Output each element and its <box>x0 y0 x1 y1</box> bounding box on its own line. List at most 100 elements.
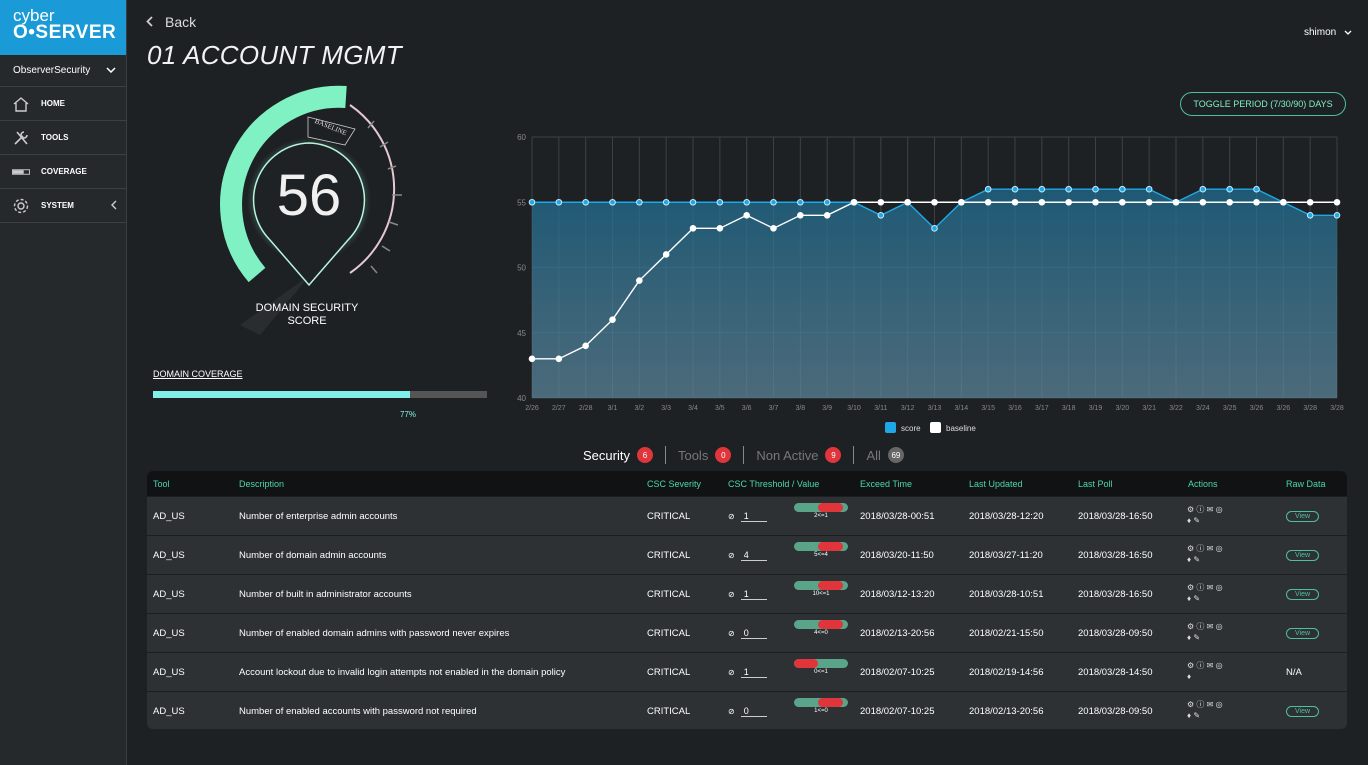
edit-icon[interactable]: ✎ <box>1193 555 1200 564</box>
point-score <box>931 225 938 232</box>
logo[interactable]: cyber O•SERVER <box>0 0 126 55</box>
view-button[interactable]: View <box>1286 627 1320 639</box>
gear-icon[interactable]: ⚙ <box>1187 700 1194 709</box>
bell-icon[interactable]: ♦ <box>1187 594 1191 603</box>
edit-icon[interactable]: ✎ <box>1193 633 1200 642</box>
mail-icon[interactable]: ✉ <box>1207 544 1214 553</box>
x-tick-label: 3/28 <box>1303 405 1317 412</box>
bell-icon[interactable]: ♦ <box>1187 711 1191 720</box>
info-icon[interactable]: ⓘ <box>1196 544 1204 553</box>
threshold-bar-exceed <box>818 581 843 590</box>
gear-icon[interactable]: ⚙ <box>1187 622 1194 631</box>
x-tick-label: 2/27 <box>552 405 566 412</box>
col-threshold[interactable]: CSC Threshold / Value <box>728 479 819 489</box>
tab-label: Security <box>583 447 630 463</box>
edit-icon[interactable]: ✎ <box>1193 516 1200 525</box>
cell-tool: AD_US <box>153 627 185 639</box>
mail-icon[interactable]: ✉ <box>1207 505 1214 514</box>
table-row[interactable]: AD_US Number of enterprise admin accounts… <box>147 496 1347 535</box>
chevron-left-icon <box>146 14 153 30</box>
tab-all[interactable]: All 69 <box>866 447 904 463</box>
threshold-input[interactable]: 1 <box>740 589 767 600</box>
tab-security[interactable]: Security 6 <box>583 447 653 463</box>
gear-icon[interactable]: ⚙ <box>1187 583 1194 592</box>
x-tick-label: 3/26 <box>1277 405 1291 412</box>
target-icon[interactable]: ◎ <box>1216 622 1223 631</box>
point-score <box>743 198 750 206</box>
threshold-input[interactable]: 4 <box>740 550 767 561</box>
gear-icon[interactable]: ⚙ <box>1187 505 1194 514</box>
mail-icon[interactable]: ✉ <box>1207 583 1214 592</box>
gear-icon[interactable]: ⚙ <box>1187 544 1194 553</box>
point-score <box>1011 185 1019 193</box>
target-icon[interactable]: ◎ <box>1216 661 1223 670</box>
col-tool[interactable]: Tool <box>153 479 170 489</box>
col-last-poll[interactable]: Last Poll <box>1078 479 1113 489</box>
edit-icon[interactable]: ✎ <box>1193 711 1200 720</box>
cell-tool: AD_US <box>153 666 185 678</box>
y-tick-label: 55 <box>517 198 526 207</box>
table-row[interactable]: AD_US Number of enabled accounts with pas… <box>147 691 1347 729</box>
view-button[interactable]: View <box>1286 510 1320 522</box>
cell-severity: CRITICAL <box>647 588 691 600</box>
point-score <box>797 198 804 206</box>
col-severity[interactable]: CSC Severity <box>647 479 701 489</box>
domain-coverage-link[interactable]: DOMAIN COVERAGE <box>153 369 243 379</box>
tab-count-badge: 69 <box>887 447 904 463</box>
info-icon[interactable]: ⓘ <box>1196 505 1204 514</box>
view-button[interactable]: View <box>1286 705 1320 717</box>
info-icon[interactable]: ⓘ <box>1196 622 1204 631</box>
point-baseline <box>689 225 697 232</box>
bell-icon[interactable]: ♦ <box>1187 555 1191 564</box>
table-row[interactable]: AD_US Account lockout due to invalid logi… <box>147 652 1347 691</box>
target-icon[interactable]: ◎ <box>1216 700 1223 709</box>
point-baseline <box>984 198 992 206</box>
point-score <box>877 212 885 219</box>
threshold-input[interactable]: 1 <box>740 511 767 522</box>
org-selector[interactable]: ObserverSecurity <box>0 55 126 87</box>
sidebar-item-tools[interactable]: TOOLS <box>0 121 126 155</box>
bell-icon[interactable]: ♦ <box>1187 516 1191 525</box>
cell-tool: AD_US <box>153 549 185 561</box>
threshold-input[interactable]: 0 <box>740 706 767 717</box>
score-chart: 40 45 50 55 60 2/26 2/27 2/28 3/1 3/2 3/3 3/4 3/5 3/6… <box>517 133 1344 433</box>
tab-non-active[interactable]: Non Active 9 <box>756 447 842 463</box>
col-description[interactable]: Description <box>239 479 284 489</box>
info-icon[interactable]: ⓘ <box>1196 583 1204 592</box>
info-icon[interactable]: ⓘ <box>1196 700 1204 709</box>
table-row[interactable]: AD_US Number of enabled domain admins wit… <box>147 613 1347 652</box>
tab-tools[interactable]: Tools 0 <box>678 447 732 463</box>
sidebar-item-coverage[interactable]: COVERAGE <box>0 155 126 189</box>
bell-icon[interactable]: ♦ <box>1187 633 1191 642</box>
point-score <box>1092 185 1099 193</box>
col-last-updated[interactable]: Last Updated <box>969 479 1023 489</box>
bell-icon[interactable]: ♦ <box>1187 672 1191 681</box>
col-exceed-time[interactable]: Exceed Time <box>860 479 912 489</box>
target-icon[interactable]: ◎ <box>1216 505 1223 514</box>
info-icon[interactable]: ⓘ <box>1196 661 1204 670</box>
mail-icon[interactable]: ✉ <box>1207 622 1214 631</box>
user-menu[interactable]: shimon <box>1304 27 1352 38</box>
table-row[interactable]: AD_US Number of domain admin accounts CRIT… <box>147 535 1347 574</box>
x-tick-label: 3/13 <box>928 405 942 412</box>
view-button[interactable]: View <box>1286 588 1320 600</box>
view-button[interactable]: View <box>1286 549 1320 561</box>
mail-icon[interactable]: ✉ <box>1207 700 1214 709</box>
point-baseline <box>931 198 938 206</box>
back-button[interactable]: Back <box>146 14 196 30</box>
sidebar-item-home[interactable]: HOME <box>0 87 126 121</box>
gear-icon[interactable]: ⚙ <box>1187 661 1194 670</box>
x-tick-label: 3/18 <box>1062 405 1076 412</box>
cell-actions: ⚙ ⓘ ✉ ◎ ♦ ✎ <box>1187 504 1223 525</box>
x-tick-label: 3/9 <box>822 405 832 412</box>
edit-icon[interactable]: ✎ <box>1193 594 1200 603</box>
mail-icon[interactable]: ✉ <box>1207 661 1214 670</box>
target-icon[interactable]: ◎ <box>1216 583 1223 592</box>
point-score <box>689 198 697 206</box>
threshold-input[interactable]: 0 <box>740 628 767 639</box>
sidebar-item-system[interactable]: SYSTEM <box>0 189 126 223</box>
target-icon[interactable]: ◎ <box>1216 544 1223 553</box>
toggle-period-button[interactable]: TOGGLE PERIOD (7/30/90) DAYS <box>1180 92 1346 116</box>
threshold-input[interactable]: 1 <box>740 667 767 678</box>
table-row[interactable]: AD_US Number of built in administrator ac… <box>147 574 1347 613</box>
